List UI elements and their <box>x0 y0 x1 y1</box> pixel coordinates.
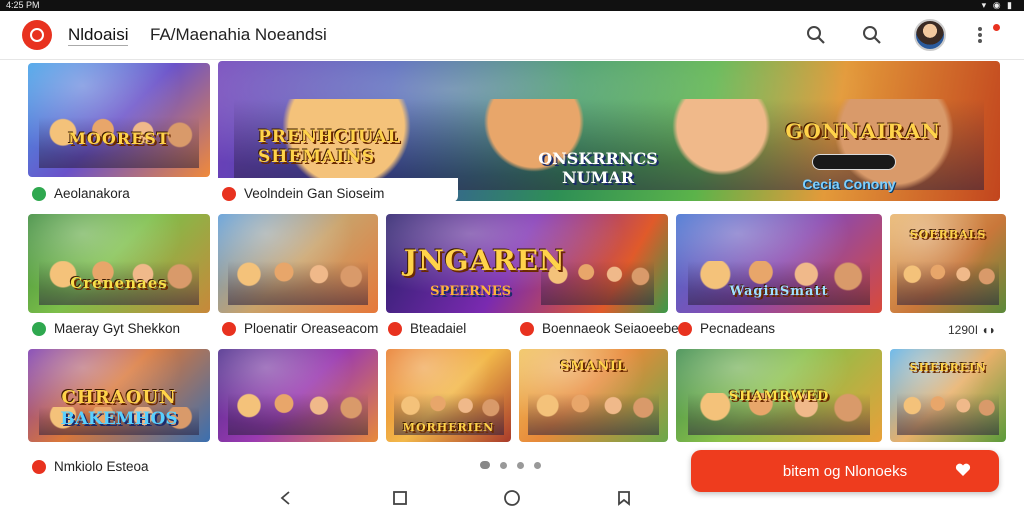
system-nav-bar <box>0 482 1024 512</box>
game-tile[interactable]: JNGAREN SPEERNES <box>386 214 668 313</box>
system-icons: ▾ ◉ ▮ <box>981 0 1014 10</box>
app-logo-icon[interactable] <box>22 20 52 50</box>
game-label-text: Pecnadeans <box>700 321 776 336</box>
more-vertical-icon[interactable] <box>968 23 992 47</box>
game-label-text: Ploenatir Oreaseacom <box>244 321 379 336</box>
game-label[interactable]: Ploenatir Oreaseacom <box>222 321 378 336</box>
game-tile-title: CHRAOUN <box>61 387 177 408</box>
game-badge-icon <box>222 186 236 201</box>
back-icon[interactable] <box>276 488 296 508</box>
game-tile[interactable]: MORHERIEN <box>386 349 511 442</box>
carousel-indicator[interactable] <box>480 461 541 469</box>
game-label-text: Bteadaiel <box>410 321 467 336</box>
game-tile-title: MORHERIEN <box>402 421 495 434</box>
game-tile-title: JNGAREN <box>403 244 566 277</box>
game-tile[interactable]: Crenenaes <box>28 214 210 313</box>
game-tile-title: WaginSmatt <box>729 284 829 299</box>
game-tile[interactable] <box>218 349 378 442</box>
game-tile-title: SHEBREIN <box>909 361 987 374</box>
hero-pill-button[interactable] <box>812 154 896 170</box>
search-icon[interactable] <box>860 23 884 47</box>
hero-title-mid: ONSKRRNCS NUMAR <box>538 149 658 187</box>
game-tile-title: SMANIL <box>560 359 627 374</box>
app-name[interactable]: Nldoaisi <box>68 25 129 46</box>
status-bar: 4:25 PM ▾ ◉ ▮ <box>0 0 1024 11</box>
game-label[interactable]: Pecnadeans <box>678 321 775 336</box>
game-badge-icon <box>32 321 46 336</box>
status-time: 4:25 PM <box>6 0 40 10</box>
game-label-text: Aeolanakora <box>54 186 130 201</box>
game-badge-icon <box>222 321 236 336</box>
game-label-text: Veolndein Gan Sioseim <box>244 186 385 201</box>
avatar[interactable] <box>914 19 946 51</box>
game-badge-icon <box>32 459 46 474</box>
game-tile-subtitle: SPEERNES <box>430 284 512 299</box>
game-badge-icon <box>678 321 692 336</box>
carousel-dot[interactable] <box>534 461 541 469</box>
game-tile[interactable] <box>218 214 378 313</box>
carousel-dot[interactable] <box>480 461 490 469</box>
hero-title-left: PRENHCIUAL SHEMAINS <box>258 127 401 167</box>
game-tile-subtitle: BAKEMHOS <box>60 409 178 429</box>
primary-action-label: bitem og Nlonoeks <box>782 462 908 480</box>
game-label[interactable]: Aeolanakora <box>32 186 130 201</box>
bookmark-icon[interactable] <box>614 488 634 508</box>
game-label[interactable]: Veolndein Gan Sioseim <box>222 186 384 201</box>
carousel-dot[interactable] <box>500 461 507 469</box>
game-badge-icon <box>520 321 534 336</box>
game-label[interactable]: Nmkiolo Esteoa <box>32 459 149 474</box>
game-label[interactable]: Boennaeok Seiaoeebe <box>520 321 679 336</box>
app-bar: Nldoaisi FA/Maenahia Noeandsi <box>0 11 1024 60</box>
game-tile[interactable]: MOOREST <box>28 63 210 177</box>
game-tile[interactable]: SMANIL <box>519 349 668 442</box>
game-tile-title: SHAMRWED <box>728 389 830 404</box>
overview-icon[interactable] <box>390 488 410 508</box>
game-tile[interactable]: SHEBREIN <box>890 349 1006 442</box>
game-tile[interactable]: SHAMRWED <box>676 349 882 442</box>
game-tile[interactable]: CHRAOUN BAKEMHOS <box>28 349 210 442</box>
hero-tag: Cecia Conony <box>802 176 896 192</box>
game-tile-title: Crenenaes <box>70 274 168 292</box>
game-label-text: Boennaeok Seiaoeebe <box>542 321 679 336</box>
game-badge-icon <box>388 321 402 336</box>
hero-title-right: GONNAIRAN <box>785 119 941 143</box>
game-tile[interactable]: WaginSmatt <box>676 214 882 313</box>
app-subtitle: FA/Maenahia Noeandsi <box>150 25 327 44</box>
search-icon[interactable] <box>804 23 828 47</box>
game-label[interactable]: Maeray Gyt Shekkon <box>32 321 180 336</box>
count-text: 1290I ◖◗ <box>948 323 996 337</box>
game-tile-title: SOERBALS <box>909 228 987 241</box>
game-label-text: Maeray Gyt Shekkon <box>54 321 181 336</box>
game-label-text: Nmkiolo Esteoa <box>54 459 149 474</box>
game-badge-icon <box>32 186 46 201</box>
heart-icon <box>955 463 971 481</box>
carousel-dot[interactable] <box>517 461 524 469</box>
notification-dot <box>993 24 1000 31</box>
home-icon[interactable] <box>502 488 522 508</box>
game-tile-title: MOOREST <box>68 129 170 148</box>
game-label[interactable]: Bteadaiel <box>388 321 466 336</box>
game-tile[interactable]: SOERBALS <box>890 214 1006 313</box>
